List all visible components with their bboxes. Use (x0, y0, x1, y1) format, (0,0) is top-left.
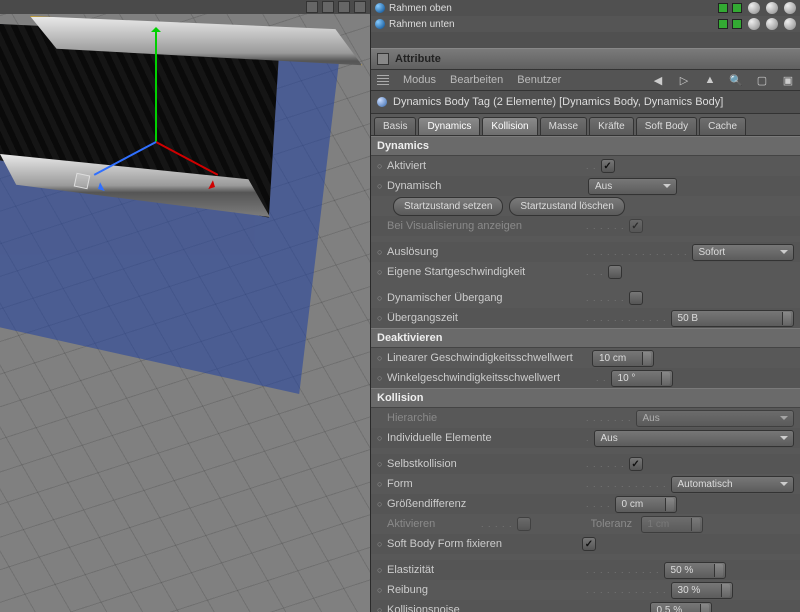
checkbox-eigene-start[interactable] (608, 265, 622, 279)
attribute-menu-bar: Modus Bearbeiten Benutzer ◀ ▷ ▲ 🔍 ▢ ▣ (371, 70, 800, 91)
input-kollisionsnoise[interactable]: 0.5 % (650, 602, 712, 612)
visibility-toggle[interactable] (718, 19, 728, 29)
object-icon (375, 3, 385, 13)
viewport-toolbar (0, 0, 370, 15)
input-toleranz: 1 cm (641, 516, 703, 533)
select-ausloesung[interactable]: Sofort (692, 244, 794, 261)
selection-title-text: Dynamics Body Tag (2 Elemente) [Dynamics… (393, 96, 723, 108)
tag-icon[interactable] (766, 18, 778, 30)
label-dynamisch: Dynamisch (387, 180, 582, 192)
input-uebergangszeit[interactable]: 50 B (671, 310, 794, 327)
label-elastizitaet: Elastizität (387, 564, 582, 576)
tag-icon[interactable] (748, 18, 760, 30)
label-reibung: Reibung (387, 584, 582, 596)
label-dyn-uebergang: Dynamischer Übergang (387, 292, 582, 304)
tag-icon[interactable] (748, 2, 760, 14)
input-linear[interactable]: 10 cm (592, 350, 654, 367)
label-hierarchie: Hierarchie (387, 412, 582, 424)
visibility-toggle[interactable] (718, 3, 728, 13)
label-uebergangszeit: Übergangszeit (387, 312, 582, 324)
tab-softbody[interactable]: Soft Body (636, 117, 697, 135)
selection-title: Dynamics Body Tag (2 Elemente) [Dynamics… (371, 91, 800, 114)
new-window-icon[interactable]: ▣ (782, 74, 794, 86)
render-toggle[interactable] (732, 19, 742, 29)
viewport-canvas[interactable] (0, 14, 370, 612)
checkbox-dyn-uebergang[interactable] (629, 291, 643, 305)
viewport-3d[interactable] (0, 0, 370, 612)
input-groessendiff[interactable]: 0 cm (615, 496, 677, 513)
section-kollision: Kollision (371, 388, 800, 408)
axis-y-arrow-icon (151, 22, 161, 32)
select-individuelle[interactable]: Aus (594, 430, 794, 447)
back-icon[interactable]: ◀ (652, 74, 664, 86)
menu-benutzer[interactable]: Benutzer (517, 74, 561, 86)
select-form[interactable]: Automatisch (671, 476, 794, 493)
menu-bearbeiten[interactable]: Bearbeiten (450, 74, 503, 86)
button-startzustand-loeschen[interactable]: Startzustand löschen (509, 197, 624, 216)
vp-icon[interactable] (322, 1, 334, 13)
tree-row (371, 32, 800, 48)
tree-item-label: Rahmen unten (389, 19, 455, 30)
checkbox-selbstkollision[interactable] (629, 457, 643, 471)
checkbox-softbody-fix[interactable] (582, 537, 596, 551)
button-startzustand-setzen[interactable]: Startzustand setzen (393, 197, 503, 216)
label-winkel: Winkelgeschwindigkeitsschwellwert (387, 372, 592, 384)
attribute-panel-header: Attribute (371, 48, 800, 70)
menu-modus[interactable]: Modus (403, 74, 436, 86)
checkbox-k-aktivieren (517, 517, 531, 531)
section-deaktivieren: Deaktivieren (371, 328, 800, 348)
tag-type-icon (377, 97, 387, 107)
label-bei-visualisierung: Bei Visualisierung anzeigen (387, 220, 582, 232)
select-hierarchie: Aus (636, 410, 794, 427)
panel-title: Attribute (395, 53, 441, 65)
tree-row[interactable]: Rahmen oben (371, 0, 800, 16)
tag-icon[interactable] (784, 2, 796, 14)
label-eigene-start: Eigene Startgeschwindigkeit (387, 266, 582, 278)
tab-masse[interactable]: Masse (540, 117, 587, 135)
checkbox-aktiviert[interactable] (601, 159, 615, 173)
panel-toggle-icon[interactable] (377, 53, 389, 65)
input-reibung[interactable]: 30 % (671, 582, 733, 599)
lock-icon[interactable]: ▢ (756, 74, 768, 86)
label-toleranz: Toleranz (591, 518, 641, 530)
tree-item-label: Rahmen oben (389, 3, 452, 14)
tab-kollision[interactable]: Kollision (482, 117, 537, 135)
axis-y[interactable] (155, 32, 157, 142)
tree-row[interactable]: Rahmen unten (371, 16, 800, 32)
tag-icon[interactable] (784, 18, 796, 30)
vp-icon[interactable] (306, 1, 318, 13)
search-icon[interactable]: 🔍 (730, 74, 742, 86)
vp-icon[interactable] (338, 1, 350, 13)
vp-icon[interactable] (354, 1, 366, 13)
attribute-tabs: Basis Dynamics Kollision Masse Kräfte So… (371, 114, 800, 136)
render-toggle[interactable] (732, 3, 742, 13)
select-dynamisch[interactable]: Aus (588, 178, 677, 195)
tab-dynamics[interactable]: Dynamics (418, 117, 480, 135)
label-individuelle: Individuelle Elemente (387, 432, 582, 444)
object-tree[interactable]: Rahmen oben Rahmen unten (371, 0, 800, 48)
tab-basis[interactable]: Basis (374, 117, 416, 135)
label-kollisionsnoise: Kollisionsnoise (387, 604, 582, 612)
up-icon[interactable]: ▲ (704, 74, 716, 86)
label-ausloesung: Auslösung (387, 246, 582, 258)
checkbox-visualisierung (629, 219, 643, 233)
section-dynamics: Dynamics (371, 136, 800, 156)
label-selbstkollision: Selbstkollision (387, 458, 582, 470)
input-winkel[interactable]: 10 ° (611, 370, 673, 387)
label-linear: Linearer Geschwindigkeitsschwellwert (387, 352, 592, 364)
forward-icon[interactable]: ▷ (678, 74, 690, 86)
list-icon[interactable] (377, 75, 389, 85)
tab-kraefte[interactable]: Kräfte (589, 117, 634, 135)
label-aktiviert: Aktiviert (387, 160, 582, 172)
label-form: Form (387, 478, 582, 490)
label-k-aktivieren: Aktivieren (387, 518, 477, 530)
label-groessendiff: Größendifferenz (387, 498, 582, 510)
tag-icon[interactable] (766, 2, 778, 14)
gizmo-origin-icon[interactable] (74, 173, 91, 190)
label-softbody-fix: Soft Body Form fixieren (387, 538, 582, 550)
tab-cache[interactable]: Cache (699, 117, 746, 135)
input-elastizitaet[interactable]: 50 % (664, 562, 726, 579)
object-icon (375, 19, 385, 29)
